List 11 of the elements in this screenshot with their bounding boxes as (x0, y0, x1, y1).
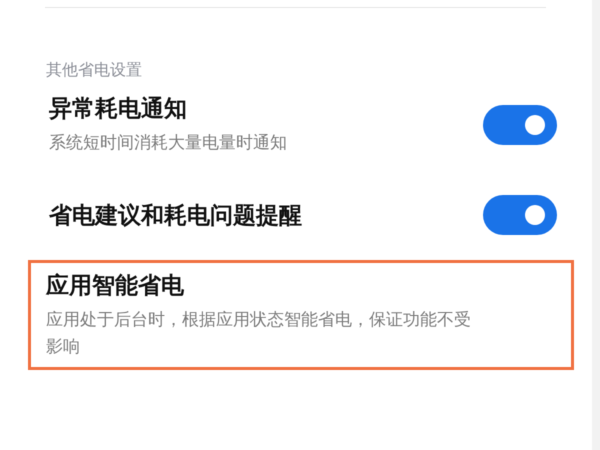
setting-row[interactable]: 异常耗电通知 系统短时间消耗大量电量时通知 (28, 80, 574, 170)
highlighted-setting-row[interactable]: 应用智能省电 应用处于后台时，根据应用状态智能省电，保证功能不受影响 (28, 260, 574, 370)
setting-title: 应用智能省电 (46, 272, 185, 302)
toggle-switch[interactable] (483, 105, 557, 145)
setting-title: 省电建议和耗电问题提醒 (49, 202, 302, 230)
setting-title: 异常耗电通知 (49, 95, 188, 124)
setting-row[interactable]: 省电建议和耗电问题提醒 (28, 170, 574, 260)
setting-description: 应用处于后台时，根据应用状态智能省电，保证功能不受影响 (46, 309, 472, 358)
section-title: 其他省电设置 (45, 59, 143, 80)
setting-description: 系统短时间消耗大量电量时通知 (49, 132, 287, 156)
toggle-switch[interactable] (483, 195, 557, 235)
